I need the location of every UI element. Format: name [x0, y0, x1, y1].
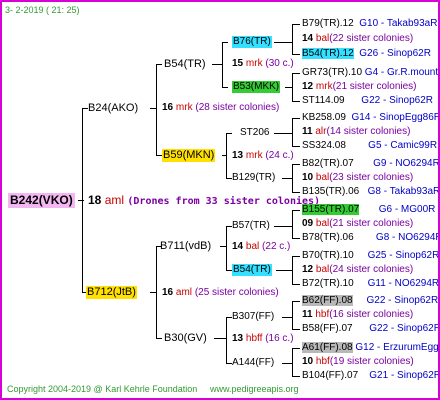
sister-colonies-row: 12 bal(24 sister colonies)	[302, 264, 414, 275]
connector-line	[156, 338, 162, 339]
connector-line	[212, 64, 222, 65]
connector-line	[292, 301, 300, 302]
connector-line	[282, 317, 292, 318]
connector-line	[292, 210, 300, 211]
mid-generation: 16 mrk (28 sister colonies)	[162, 102, 280, 113]
connector-line	[292, 73, 293, 102]
fourth-queen-label[interactable]: B57(TR)	[232, 220, 270, 232]
ancestor-row: ST114.09 G22 - Sinop62R	[302, 95, 434, 106]
connector-line	[292, 101, 300, 102]
connector-line	[292, 210, 293, 239]
third-generation: 14 bal (22 c.)	[232, 241, 291, 252]
third-queen-label[interactable]: B59(MKN)	[162, 149, 216, 162]
ancestor-row: B104(FF).07 G21 - Sinop62R	[302, 370, 440, 381]
fourth-queen-label[interactable]: B307(FF)	[232, 311, 274, 323]
connector-line	[292, 54, 300, 55]
connector-line	[292, 348, 293, 377]
third-generation: 13 hbff (16 c.)	[232, 333, 294, 344]
fourth-queen-label[interactable]: ST206	[240, 127, 269, 139]
connector-line	[292, 164, 293, 193]
connector-line	[222, 42, 223, 88]
connector-line	[276, 270, 292, 271]
date-stamp: 3- 2-2019 ( 21: 25)	[5, 5, 80, 15]
connector-line	[78, 200, 84, 201]
site-link[interactable]: www.pedigreeapis.org	[210, 383, 299, 395]
sister-colonies-row: 14 bal(22 sister colonies)	[302, 33, 414, 44]
connector-line	[292, 118, 293, 147]
connector-line	[156, 64, 162, 65]
connector-line	[292, 238, 300, 239]
connector-line	[292, 376, 300, 377]
ancestor-row: B78(TR).06 G8 - NO6294R	[302, 232, 440, 243]
sister-colonies-row: 12 mrk(21 sister colonies)	[302, 81, 417, 92]
ancestor-row: B62(FF).08 G22 - Sinop62R	[302, 295, 439, 306]
mid-generation: 16 aml (25 sister colonies)	[162, 287, 279, 298]
connector-line	[285, 87, 292, 88]
sister-colonies-row: 09 bal(21 sister colonies)	[302, 218, 414, 229]
mid-queen-label[interactable]: B24(AKO)	[88, 102, 138, 115]
mid-queen-label[interactable]: B712(JtB)	[86, 286, 137, 299]
sister-colonies-row: 10 bal(23 sister colonies)	[302, 172, 414, 183]
pedigree-frame: 3- 2-2019 ( 21: 25) Copyright 2004-2019 …	[0, 0, 440, 400]
ancestor-row: SS324.08 G5 - Camic99R	[302, 140, 438, 151]
connector-line	[292, 301, 293, 330]
connector-line	[292, 146, 300, 147]
connector-line	[292, 284, 300, 285]
connector-line	[226, 133, 227, 179]
sister-colonies-row: 10 hbf(19 sister colonies)	[302, 356, 414, 367]
third-queen-label[interactable]: B30(GV)	[164, 332, 207, 345]
fourth-queen-label[interactable]: B53(MKK)	[232, 81, 281, 93]
connector-line	[226, 133, 232, 134]
root-queen-label[interactable]: B242(VKO)	[8, 193, 75, 208]
ancestor-row: A61(FF).08 G12 - ErzurumEgg8	[302, 342, 440, 353]
ancestor-row: B54(TR).12 G26 - Sinop62R	[302, 48, 431, 59]
connector-line	[292, 256, 300, 257]
ancestor-row: B82(TR).07 G9 - NO6294R	[302, 158, 440, 169]
connector-line	[156, 64, 157, 156]
ancestor-row: B155(TR).07 G6 - MG00R	[302, 204, 436, 215]
connector-line	[292, 329, 300, 330]
third-queen-label[interactable]: B54(TR)	[164, 58, 206, 71]
root-generation: 18 aml (Drones from 33 sister colonies)	[88, 193, 321, 207]
ancestor-row: GR73(TR).10 G4 - Gr.R.mounta	[302, 67, 440, 78]
connector-line	[274, 42, 292, 43]
connector-line	[282, 363, 292, 364]
connector-line	[82, 108, 83, 293]
third-generation: 13 mrk (24 c.)	[232, 150, 294, 161]
ancestor-row: B79(TR).12 G10 - Takab93aR	[302, 18, 438, 29]
sister-colonies-row: 11 hbf(16 sister colonies)	[302, 309, 414, 320]
connector-line	[274, 133, 292, 134]
fourth-queen-label[interactable]: A144(FF)	[232, 357, 274, 369]
connector-line	[292, 348, 300, 349]
connector-line	[292, 118, 300, 119]
connector-line	[292, 73, 300, 74]
connector-line	[156, 246, 157, 339]
connector-line	[222, 42, 228, 43]
third-queen-label[interactable]: B711(vdB)	[160, 240, 211, 253]
ancestor-row: B70(TR).10 G25 - Sinop62R	[302, 250, 440, 261]
ancestor-row: B135(TR).06 G8 - Takab93aR	[302, 186, 440, 197]
fourth-queen-label[interactable]: B129(TR)	[232, 172, 275, 184]
connector-line	[292, 256, 293, 285]
connector-line	[282, 178, 292, 179]
connector-line	[226, 317, 227, 364]
sister-colonies-row: 11 alr(14 sister colonies)	[302, 126, 411, 137]
connector-line	[292, 164, 300, 165]
connector-line	[292, 24, 293, 55]
connector-line	[274, 226, 292, 227]
third-generation: 15 mrk (30 c.)	[232, 58, 294, 69]
ancestor-row: KB258.09 G14 - SinopEgg86R	[302, 112, 440, 123]
connector-line	[222, 87, 228, 88]
ancestor-row: B58(FF).07 G22 - Sinop62R	[302, 323, 440, 334]
fourth-queen-label[interactable]: B54(TR)	[232, 264, 272, 276]
copyright: Copyright 2004-2019 @ Karl Kehrle Founda…	[7, 384, 198, 394]
connector-line	[292, 24, 300, 25]
ancestor-row: B72(TR).10 G11 - NO6294R	[302, 278, 440, 289]
connector-line	[214, 338, 226, 339]
fourth-queen-label[interactable]: B76(TR)	[232, 36, 272, 48]
connector-line	[226, 226, 227, 271]
